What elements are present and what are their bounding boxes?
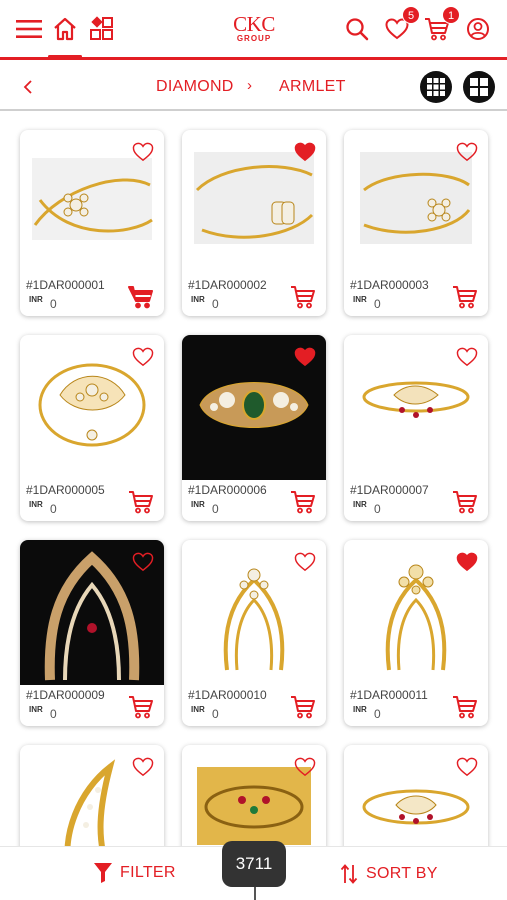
currency-label: INR xyxy=(29,705,43,714)
currency-label: INR xyxy=(29,295,43,304)
sort-button[interactable]: SORT BY xyxy=(340,863,438,885)
wishlist-heart-icon[interactable] xyxy=(456,552,478,572)
wishlist-heart-icon[interactable] xyxy=(132,347,154,367)
add-to-cart-icon[interactable] xyxy=(452,285,478,309)
product-card[interactable]: #1DAR000002 INR 0 xyxy=(182,130,326,316)
add-to-cart-icon[interactable] xyxy=(290,695,316,719)
active-tab-indicator xyxy=(48,55,82,58)
back-arrow-icon[interactable] xyxy=(18,75,38,99)
product-price: 0 xyxy=(212,707,219,721)
product-code: #1DAR000003 xyxy=(350,278,429,292)
count-indicator-line xyxy=(254,887,256,900)
sort-label: SORT BY xyxy=(366,865,438,882)
product-card[interactable]: #1DAR000010 INR 0 xyxy=(182,540,326,726)
product-price: 0 xyxy=(50,297,57,311)
product-code: #1DAR000007 xyxy=(350,483,429,497)
wishlist-heart-icon[interactable] xyxy=(456,757,478,777)
product-code: #1DAR000010 xyxy=(188,688,267,702)
product-card[interactable]: #1DAR000005 INR 0 xyxy=(20,335,164,521)
add-to-cart-icon[interactable] xyxy=(290,490,316,514)
currency-label: INR xyxy=(353,705,367,714)
add-to-cart-icon[interactable] xyxy=(452,695,478,719)
home-icon[interactable] xyxy=(50,14,80,44)
wishlist-count-badge: 5 xyxy=(402,6,420,24)
product-code: #1DAR000002 xyxy=(188,278,267,292)
wishlist-icon[interactable]: 5 xyxy=(382,6,420,44)
add-to-cart-icon[interactable] xyxy=(290,285,316,309)
currency-label: INR xyxy=(191,705,205,714)
product-card[interactable]: #1DAR000006 INR 0 xyxy=(182,335,326,521)
wishlist-heart-icon[interactable] xyxy=(294,757,316,777)
product-price: 0 xyxy=(50,707,57,721)
wishlist-heart-icon[interactable] xyxy=(456,142,478,162)
product-card[interactable]: #1DAR000009 INR 0 xyxy=(20,540,164,726)
grid-view-3-button[interactable] xyxy=(420,71,452,103)
breadcrumb-separator: › xyxy=(247,77,252,94)
grid-view-2-button[interactable] xyxy=(463,71,495,103)
product-code: #1DAR000009 xyxy=(26,688,105,702)
product-price: 0 xyxy=(374,707,381,721)
currency-label: INR xyxy=(191,500,205,509)
cart-icon[interactable]: 1 xyxy=(422,6,460,44)
grid-3x3-icon xyxy=(427,78,445,96)
product-code: #1DAR000006 xyxy=(188,483,267,497)
product-card[interactable]: #1DAR000007 INR 0 xyxy=(344,335,488,521)
currency-label: INR xyxy=(353,295,367,304)
product-card[interactable]: #1DAR000011 INR 0 xyxy=(344,540,488,726)
account-icon[interactable] xyxy=(463,14,493,44)
menu-icon[interactable] xyxy=(14,14,44,44)
logo-main-text: CKC xyxy=(233,12,275,36)
result-count-badge: 3711 xyxy=(222,841,286,887)
product-price: 0 xyxy=(50,502,57,516)
wishlist-heart-icon[interactable] xyxy=(294,552,316,572)
wishlist-heart-icon[interactable] xyxy=(132,142,154,162)
add-to-cart-icon[interactable] xyxy=(128,285,154,309)
wishlist-heart-icon[interactable] xyxy=(132,757,154,777)
product-price: 0 xyxy=(212,297,219,311)
sort-icon xyxy=(340,864,358,884)
grid-2x2-icon xyxy=(470,78,488,96)
breadcrumb-subcategory[interactable]: ARMLET xyxy=(279,78,346,96)
product-price: 0 xyxy=(212,502,219,516)
wishlist-heart-icon[interactable] xyxy=(294,142,316,162)
currency-label: INR xyxy=(29,500,43,509)
product-price: 0 xyxy=(374,502,381,516)
search-icon[interactable] xyxy=(342,14,372,44)
add-to-cart-icon[interactable] xyxy=(452,490,478,514)
wishlist-heart-icon[interactable] xyxy=(294,347,316,367)
product-card[interactable]: #1DAR000001 INR 0 xyxy=(20,130,164,316)
wishlist-heart-icon[interactable] xyxy=(456,347,478,367)
add-to-cart-icon[interactable] xyxy=(128,490,154,514)
cart-count-badge: 1 xyxy=(442,6,460,24)
product-code: #1DAR000005 xyxy=(26,483,105,497)
categories-icon[interactable] xyxy=(87,14,117,44)
result-count-text: 3711 xyxy=(235,854,273,873)
wishlist-heart-icon[interactable] xyxy=(132,552,154,572)
filter-label: FILTER xyxy=(120,864,176,881)
product-code: #1DAR000011 xyxy=(350,688,428,702)
currency-label: INR xyxy=(191,295,205,304)
add-to-cart-icon[interactable] xyxy=(128,695,154,719)
breadcrumb-category[interactable]: DIAMOND xyxy=(156,78,234,96)
breadcrumb: DIAMOND › ARMLET xyxy=(0,63,507,111)
product-code: #1DAR000001 xyxy=(26,278,105,292)
product-price: 0 xyxy=(374,297,381,311)
brand-logo[interactable]: CKC GROUP xyxy=(224,14,284,48)
currency-label: INR xyxy=(353,500,367,509)
top-bar: CKC GROUP 5 1 xyxy=(0,0,507,60)
product-card[interactable]: #1DAR000003 INR 0 xyxy=(344,130,488,316)
app-root: CKC GROUP 5 1 DIAMOND › ARMLET #1DAR0000… xyxy=(0,0,507,900)
filter-button[interactable]: FILTER xyxy=(94,863,176,883)
filter-icon xyxy=(94,863,112,883)
